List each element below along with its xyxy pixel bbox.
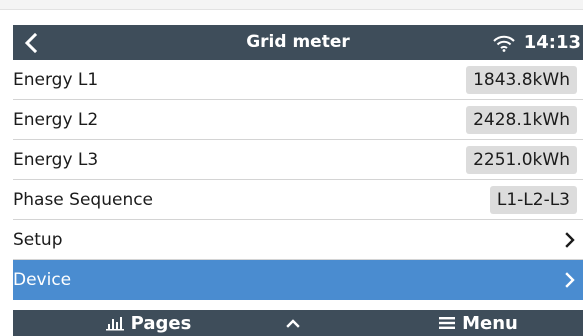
- hamburger-icon: [439, 317, 456, 329]
- bar-chart-icon: [105, 317, 124, 331]
- title-bar: Grid meter 14:13: [13, 25, 583, 60]
- status-area: 14:13: [492, 25, 581, 60]
- wifi-icon: [492, 35, 515, 52]
- settings-list: Energy L1 1843.8kWh Energy L2 2428.1kWh …: [13, 60, 583, 300]
- row-value: L1-L2-L3: [489, 186, 577, 214]
- row-label: Setup: [13, 230, 63, 250]
- window-top-strip: [0, 0, 583, 10]
- list-item-setup[interactable]: Setup: [13, 220, 583, 260]
- bottom-bar: Pages Menu: [13, 310, 583, 336]
- menu-label: Menu: [462, 312, 518, 334]
- clock: 14:13: [523, 32, 581, 53]
- row-label: Energy L3: [13, 150, 99, 170]
- chevron-right-icon: [563, 260, 577, 300]
- chevron-up-icon: [286, 319, 300, 328]
- scroll-up-button[interactable]: [268, 310, 318, 336]
- list-item-device[interactable]: Device: [13, 260, 583, 300]
- row-label: Energy L1: [13, 70, 99, 90]
- device-screen: Grid meter 14:13 Energy L1 1843.8kWh Ene…: [13, 25, 583, 336]
- menu-button[interactable]: Menu: [408, 310, 548, 336]
- row-label: Device: [13, 270, 72, 290]
- row-value: 2251.0kWh: [466, 146, 577, 174]
- row-value: 2428.1kWh: [466, 106, 577, 134]
- list-item-phase-sequence[interactable]: Phase Sequence L1-L2-L3: [13, 180, 583, 220]
- pages-label: Pages: [130, 312, 192, 334]
- row-value: 1843.8kWh: [466, 66, 577, 94]
- list-item-energy-l2[interactable]: Energy L2 2428.1kWh: [13, 100, 583, 140]
- list-item-energy-l1[interactable]: Energy L1 1843.8kWh: [13, 60, 583, 100]
- chevron-right-icon: [563, 220, 577, 260]
- row-label: Energy L2: [13, 110, 99, 130]
- list-item-energy-l3[interactable]: Energy L3 2251.0kWh: [13, 140, 583, 180]
- row-label: Phase Sequence: [13, 190, 154, 210]
- pages-button[interactable]: Pages: [73, 310, 223, 336]
